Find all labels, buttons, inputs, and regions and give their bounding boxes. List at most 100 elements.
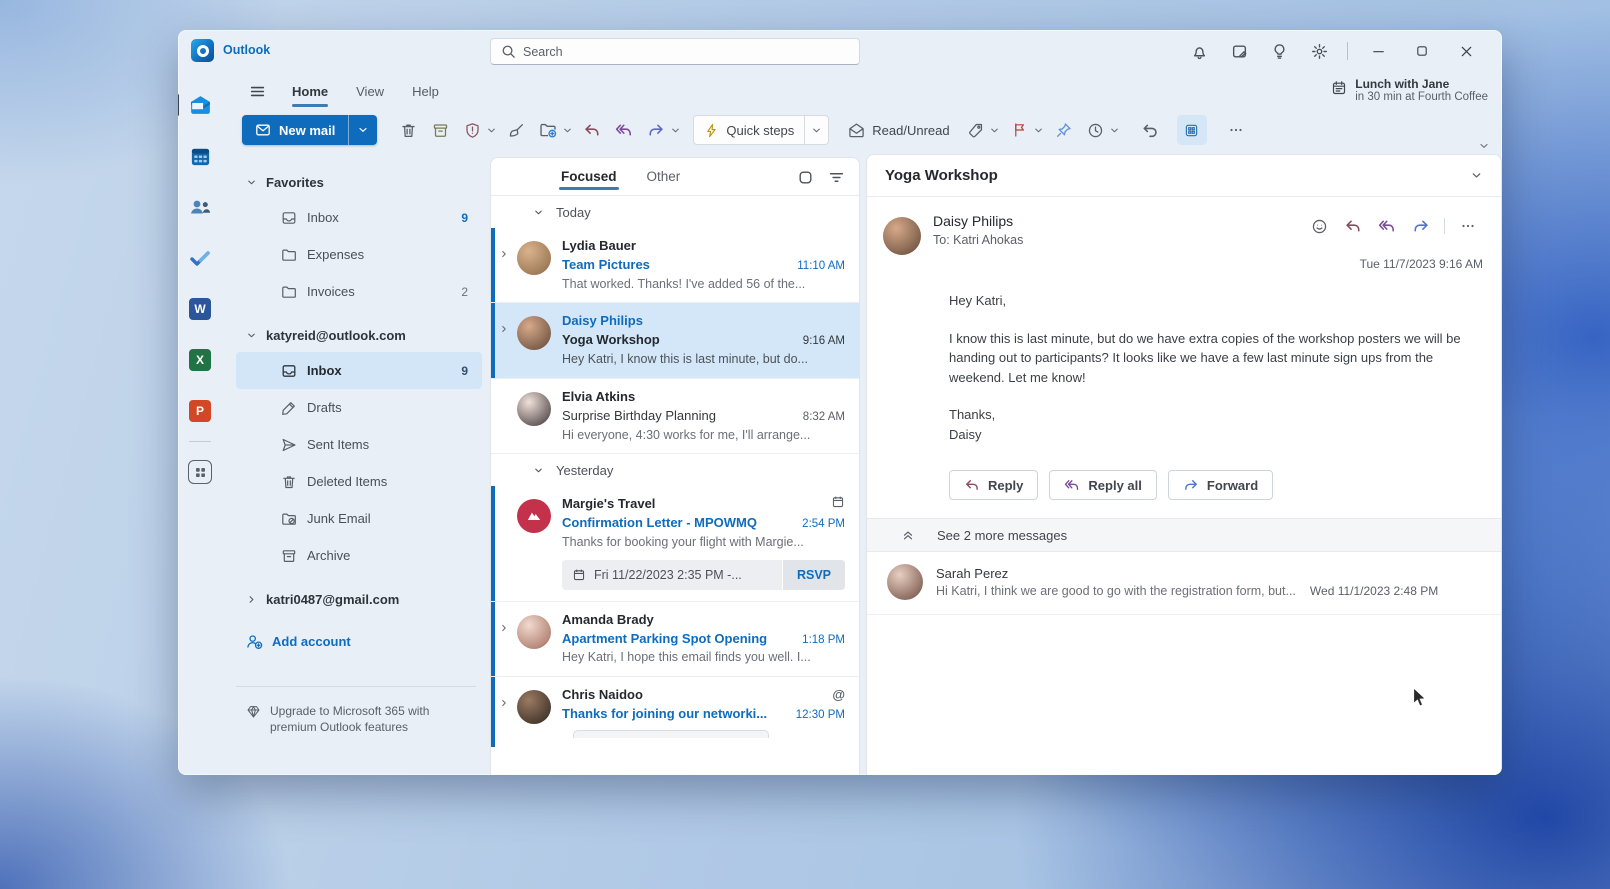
message-row[interactable]: Lydia Bauer Team Pictures 11:10 AM That … (491, 228, 859, 303)
flag-dropdown-icon[interactable] (1031, 115, 1047, 145)
maximize-button[interactable] (1400, 34, 1444, 68)
rsvp-button[interactable]: RSVP (782, 560, 845, 590)
tag-dropdown-icon[interactable] (987, 115, 1003, 145)
meeting-calendar-icon (831, 495, 849, 514)
sticky-notes-icon[interactable] (1219, 36, 1259, 66)
avatar (517, 316, 551, 350)
new-mail-button[interactable]: New mail (242, 115, 377, 145)
undo-icon[interactable] (1135, 115, 1165, 145)
tab-help[interactable]: Help (400, 78, 451, 105)
forward-icon[interactable] (1406, 213, 1436, 239)
folder-junk-email[interactable]: Junk Email (236, 500, 482, 537)
notifications-bell-icon[interactable] (1179, 36, 1219, 66)
more-actions-icon[interactable] (1453, 213, 1483, 239)
folder-drafts[interactable]: Drafts (236, 389, 482, 426)
item-count: 2 (461, 285, 468, 299)
sender-logo-icon (517, 499, 551, 533)
group-header-today[interactable]: Today (491, 196, 859, 228)
unread-count: 9 (461, 364, 468, 378)
message-sender: Lydia Bauer (562, 237, 849, 256)
rail-people-icon[interactable] (187, 194, 213, 220)
minimize-button[interactable] (1356, 34, 1400, 68)
quick-steps-dropdown-icon[interactable] (804, 116, 828, 144)
add-account-button[interactable]: Add account (222, 622, 490, 660)
rail-todo-icon[interactable] (187, 245, 213, 271)
app-title: Outlook (223, 43, 270, 57)
report-dropdown-icon[interactable] (483, 115, 499, 145)
see-more-messages[interactable]: See 2 more messages (867, 518, 1501, 552)
pin-icon[interactable] (1049, 115, 1079, 145)
message-row-meeting[interactable]: Margie's Travel Confirmation Letter - MP… (491, 486, 859, 601)
avatar (517, 690, 551, 724)
outlook-logo-icon (191, 39, 214, 62)
tab-view[interactable]: View (344, 78, 396, 105)
reactions-smiley-icon[interactable] (1304, 213, 1334, 239)
account-outlook-header[interactable]: katyreid@outlook.com (222, 318, 490, 352)
filter-icon[interactable] (828, 169, 845, 186)
new-mail-dropdown[interactable] (348, 115, 377, 145)
message-list-scroll[interactable]: Today Lydia Bauer Team Pictures 11:10 AM (491, 196, 859, 775)
rail-word-icon[interactable]: W (187, 296, 213, 322)
reply-icon[interactable] (577, 115, 607, 145)
upgrade-link[interactable]: Upgrade to Microsoft 365 with premium Ou… (222, 687, 490, 735)
body-closing: Thanks, (949, 405, 1483, 425)
archive-icon[interactable] (425, 115, 455, 145)
forward-dropdown-icon[interactable] (667, 115, 683, 145)
read-unread-button[interactable]: Read/Unread (839, 115, 958, 145)
tips-lightbulb-icon[interactable] (1259, 36, 1299, 66)
rail-more-apps-icon[interactable] (187, 459, 213, 485)
calendar-icon (1331, 80, 1347, 96)
collapse-ribbon-icon[interactable] (1478, 140, 1490, 152)
folder-inbox-selected[interactable]: Inbox 9 (236, 352, 482, 389)
collapsed-message-row[interactable]: Sarah Perez Hi Katri, I think we are goo… (867, 552, 1501, 615)
account-gmail-header[interactable]: katri0487@gmail.com (222, 580, 490, 618)
message-row[interactable]: Chris Naidoo @ Thanks for joining our ne… (491, 677, 859, 747)
inbox-icon (281, 210, 297, 226)
reply-all-button[interactable]: Reply all (1049, 470, 1156, 500)
rail-mail-icon[interactable] (187, 92, 213, 118)
apps-grid-icon[interactable] (1177, 115, 1207, 145)
message-row[interactable]: Elvia Atkins Surprise Birthday Planning … (491, 379, 859, 454)
sender-avatar (883, 217, 921, 255)
collapse-conversation-icon[interactable] (1470, 169, 1483, 182)
folder-expenses[interactable]: Expenses (236, 236, 482, 273)
rail-excel-icon[interactable]: X (187, 347, 213, 373)
hamburger-menu-icon[interactable] (242, 77, 272, 105)
settings-gear-icon[interactable] (1299, 36, 1339, 66)
select-messages-icon[interactable] (797, 169, 814, 186)
sweep-icon[interactable] (501, 115, 531, 145)
message-preview: Hey Katri, I know this is last minute, b… (562, 350, 849, 369)
forward-button[interactable]: Forward (1168, 470, 1273, 500)
message-time: 12:30 PM (788, 707, 849, 724)
snooze-dropdown-icon[interactable] (1107, 115, 1123, 145)
close-button[interactable] (1444, 34, 1488, 68)
quick-steps-label: Quick steps (726, 123, 794, 138)
rail-calendar-icon[interactable] (187, 143, 213, 169)
message-date: Tue 11/7/2023 9:16 AM (883, 257, 1483, 271)
folder-favorites-inbox[interactable]: Inbox 9 (236, 199, 482, 236)
message-row-selected[interactable]: Daisy Philips Yoga Workshop 9:16 AM Hey … (491, 303, 859, 378)
folder-deleted-items[interactable]: Deleted Items (236, 463, 482, 500)
rail-powerpoint-icon[interactable]: P (187, 398, 213, 424)
tab-other[interactable]: Other (645, 161, 683, 192)
favorites-header[interactable]: Favorites (222, 165, 490, 199)
reply-button[interactable]: Reply (949, 470, 1038, 500)
quick-steps-button[interactable]: Quick steps (693, 115, 829, 145)
group-header-yesterday[interactable]: Yesterday (491, 454, 859, 486)
search-input[interactable]: Search (490, 38, 860, 65)
calendar-reminder[interactable]: Lunch with Jane in 30 min at Fourth Coff… (1331, 77, 1488, 103)
reply-all-icon[interactable] (609, 115, 639, 145)
delete-icon[interactable] (393, 115, 423, 145)
folder-invoices[interactable]: Invoices 2 (236, 273, 482, 310)
reply-icon[interactable] (1338, 213, 1368, 239)
more-options-icon[interactable] (1221, 115, 1251, 145)
folder-archive[interactable]: Archive (236, 537, 482, 574)
tab-focused[interactable]: Focused (559, 161, 619, 192)
ribbon-tab-row: Home View Help Lunch with Jane in 30 min… (222, 72, 1502, 110)
move-to-dropdown-icon[interactable] (559, 115, 575, 145)
reply-all-icon[interactable] (1372, 213, 1402, 239)
folder-sent-items[interactable]: Sent Items (236, 426, 482, 463)
message-row[interactable]: Amanda Brady Apartment Parking Spot Open… (491, 602, 859, 677)
tab-home[interactable]: Home (280, 78, 340, 105)
mouse-cursor (1412, 686, 1429, 710)
